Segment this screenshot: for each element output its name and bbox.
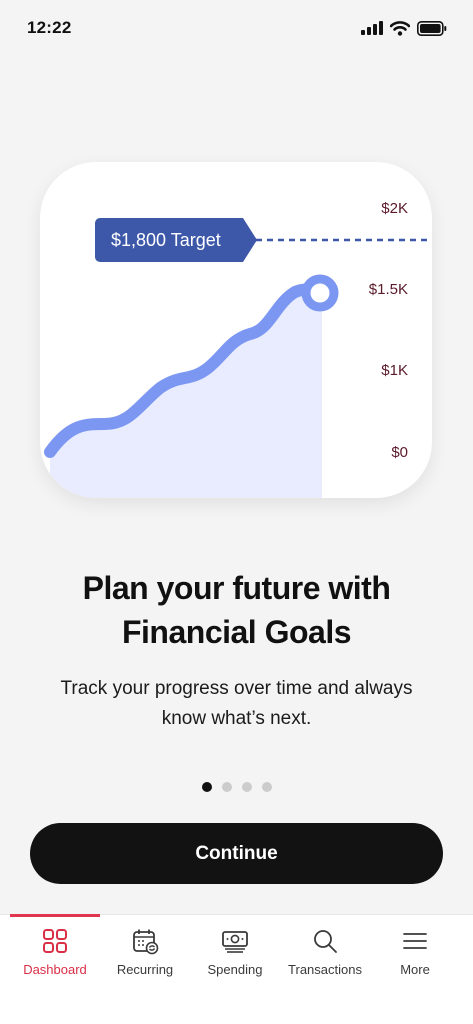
y-tick-label: $2K xyxy=(381,200,408,217)
subtext-line-1: Track your progress over time and always xyxy=(60,678,413,699)
tab-dashboard[interactable]: Dashboard xyxy=(10,914,100,1024)
search-icon xyxy=(314,930,337,953)
page-dot[interactable] xyxy=(261,782,272,792)
page-indicator xyxy=(0,782,473,792)
status-bar: 12:22 xyxy=(0,0,473,56)
status-time: 12:22 xyxy=(27,18,72,37)
tab-spending[interactable]: Spending xyxy=(190,915,280,1024)
tab-label: More xyxy=(400,962,430,977)
cellular-signal-icon xyxy=(361,21,383,35)
y-tick-label: $0 xyxy=(391,444,408,461)
battery-icon xyxy=(417,20,447,36)
target-badge: $1,800 Target xyxy=(95,218,257,262)
recurring-calendar-icon xyxy=(133,929,159,955)
subtext-line-2: know what’s next. xyxy=(161,708,312,729)
onboarding-subtext: Track your progress over time and always… xyxy=(40,674,433,734)
bottom-tab-bar: Dashboard Recurring Spending Transaction… xyxy=(0,914,473,1024)
page-dot[interactable] xyxy=(221,782,232,792)
progress-area-fill xyxy=(50,289,322,498)
tab-transactions[interactable]: Transactions xyxy=(280,915,370,1024)
goal-progress-chart xyxy=(44,238,432,498)
continue-button[interactable]: Continue xyxy=(30,823,443,884)
page-dot[interactable] xyxy=(241,782,252,792)
spending-cash-icon xyxy=(222,931,248,953)
page-dot-active[interactable] xyxy=(201,782,212,792)
status-icons xyxy=(361,20,447,36)
tab-more[interactable]: More xyxy=(370,915,460,1024)
headline-line-1: Plan your future with xyxy=(82,570,391,606)
goal-chart-card: $1,800 Target $2K $1.5K $1K $0 xyxy=(40,162,432,498)
tab-label: Transactions xyxy=(288,962,362,977)
tab-label: Recurring xyxy=(116,962,174,977)
y-tick-label: $1.5K xyxy=(368,281,408,298)
onboarding-headline: Plan your future with Financial Goals xyxy=(0,566,473,654)
dashboard-grid-icon xyxy=(43,929,67,953)
y-tick-label: $1K xyxy=(381,362,408,379)
wifi-icon xyxy=(390,20,410,36)
tab-label: Dashboard xyxy=(23,962,87,977)
tab-label: Spending xyxy=(207,962,263,977)
hamburger-menu-icon xyxy=(403,933,427,949)
headline-line-2: Financial Goals xyxy=(121,614,352,650)
tab-recurring[interactable]: Recurring xyxy=(100,915,190,1024)
progress-endpoint-marker xyxy=(301,274,339,312)
